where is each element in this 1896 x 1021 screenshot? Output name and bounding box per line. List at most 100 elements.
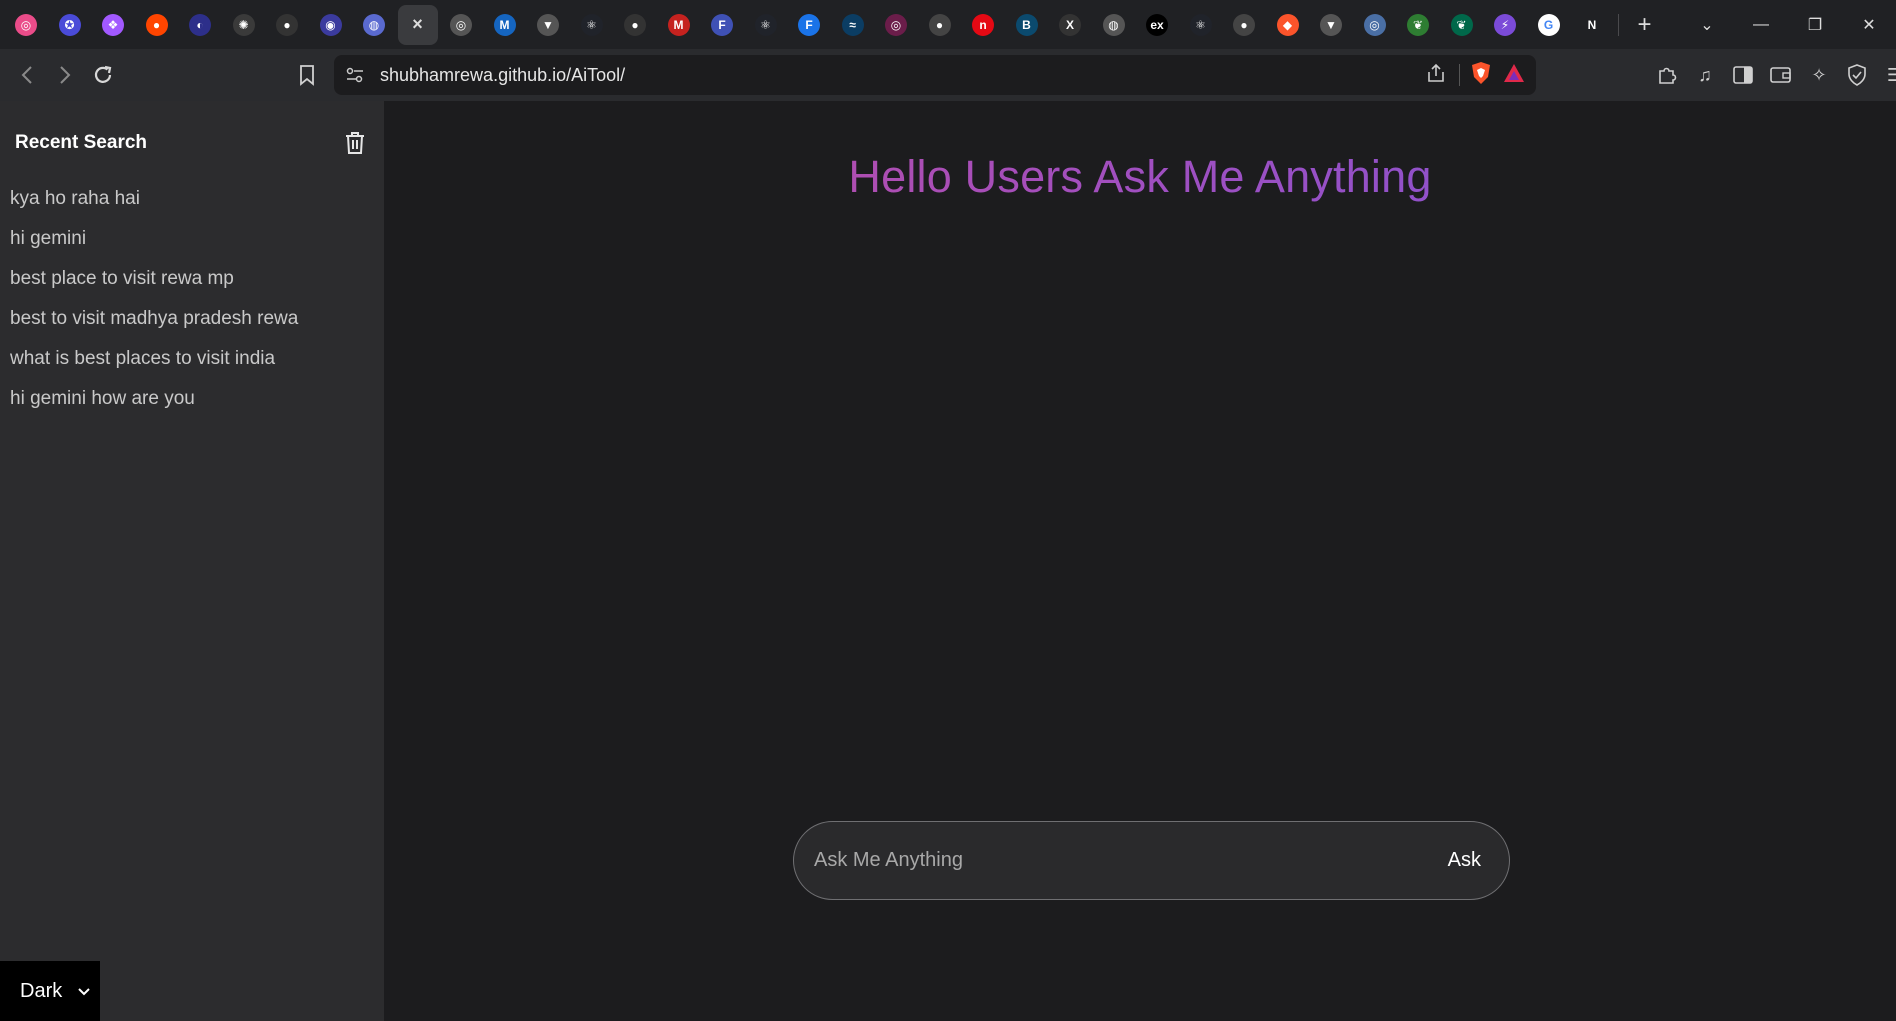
wallet-shape (1770, 67, 1791, 83)
ask-button[interactable]: Ask (1448, 849, 1481, 872)
new-tab-button[interactable]: + (1627, 7, 1663, 43)
dev-tab[interactable]: ◐ (180, 5, 220, 45)
figma-tab[interactable]: ❖ (93, 5, 133, 45)
tab-21[interactable]: ◎ (876, 5, 916, 45)
google-tab[interactable]: G (1529, 5, 1569, 45)
address-bar-actions (1423, 55, 1526, 95)
dribbble-favicon-icon: ◎ (15, 13, 37, 36)
form-favicon-icon: F (798, 13, 820, 36)
sidebar-header: Recent Search (15, 125, 370, 161)
browser-toolbar: shubhamrewa.github.io/AiTool/ ♫ ✧ ☰ (0, 49, 1896, 101)
mui-tab[interactable]: M (485, 5, 525, 45)
avatar-favicon-icon: ● (928, 13, 951, 36)
github-favicon-icon: ● (276, 13, 298, 36)
chatgpt-tab[interactable]: ✺ (224, 5, 264, 45)
share-arrow (1428, 63, 1444, 82)
wallet-icon[interactable] (1766, 60, 1796, 90)
rewards-triangle (1504, 63, 1524, 82)
vercel-2-tab[interactable]: ▼ (1311, 5, 1351, 45)
github-tab[interactable]: ● (267, 5, 307, 45)
recent-search-item[interactable]: what is best places to visit india (10, 341, 298, 381)
express-tab[interactable]: ex (1137, 5, 1177, 45)
openai-tab[interactable]: ◎ (441, 5, 481, 45)
gmail-tab[interactable]: M (659, 5, 699, 45)
mongodb-2-tab[interactable]: ❦ (1442, 5, 1482, 45)
minimize-button[interactable]: — (1734, 0, 1788, 49)
vpn-shield-icon[interactable] (1842, 60, 1872, 90)
url-text[interactable]: shubhamrewa.github.io/AiTool/ (380, 65, 625, 86)
recent-search-item[interactable]: best to visit madhya pradesh rewa (10, 301, 298, 341)
vercel-tab[interactable]: ▼ (528, 5, 568, 45)
react-hooks-tab[interactable]: ✪ (50, 5, 90, 45)
site-settings-icon[interactable] (338, 67, 372, 83)
question-input[interactable] (814, 849, 1448, 872)
tab-32[interactable]: ◎ (1355, 5, 1395, 45)
netflix-tab[interactable]: n (963, 5, 1003, 45)
profile-tab[interactable]: ● (1224, 5, 1264, 45)
reddit-tab[interactable]: ● (137, 5, 177, 45)
address-bar[interactable]: shubhamrewa.github.io/AiTool/ (334, 55, 1536, 95)
react-2-tab[interactable]: ⚛ (1181, 5, 1221, 45)
dribbble-tab[interactable]: ◎ (6, 5, 46, 45)
framer-favicon-icon: F (711, 13, 733, 36)
globe-tab[interactable]: ◍ (1094, 5, 1134, 45)
menu-hamburger-icon[interactable]: ☰ (1880, 60, 1896, 90)
recent-search-item[interactable]: kya ho raha hai (10, 181, 298, 221)
media-music-icon[interactable]: ♫ (1690, 60, 1720, 90)
tab-search-chevron-icon[interactable]: ⌄ (1680, 0, 1734, 49)
close-window-button[interactable]: ✕ (1842, 0, 1896, 49)
mongodb-2-favicon-icon: ❦ (1450, 13, 1473, 36)
recent-search-item[interactable]: hi gemini (10, 221, 298, 261)
back-arrow-icon (21, 66, 32, 84)
main-content: Hello Users Ask Me Anything Ask (384, 101, 1896, 1021)
profile-favicon-icon: ● (1233, 13, 1255, 36)
chevron-down-icon (78, 983, 90, 999)
bootstrap-tab[interactable]: B (1007, 5, 1047, 45)
recent-search-item[interactable]: best place to visit rewa mp (10, 261, 298, 301)
sidebar-toggle-icon[interactable] (1728, 60, 1758, 90)
brave-shields-icon[interactable] (1470, 61, 1492, 90)
tab-32-favicon-icon: ◎ (1363, 13, 1386, 36)
react-tab[interactable]: ⚛ (746, 5, 786, 45)
site-settings-sliders (346, 67, 363, 83)
form-tab[interactable]: F (789, 5, 829, 45)
recent-search-item[interactable]: hi gemini how are you (10, 381, 298, 421)
vite-tab[interactable]: ⚡ (1485, 5, 1525, 45)
restore-button[interactable]: ❐ (1788, 0, 1842, 49)
bootstrap-favicon-icon: B (1015, 13, 1038, 36)
tab-21-favicon-icon: ◎ (885, 13, 907, 36)
extensions-puzzle-icon[interactable] (1652, 60, 1682, 90)
tailwind-tab[interactable]: ≈ (833, 5, 873, 45)
recent-search-sidebar: Recent Search kya ho raha hai hi gemini be… (0, 101, 384, 1021)
app-tab[interactable]: ◉ (311, 5, 351, 45)
back-button[interactable] (8, 56, 46, 94)
express-favicon-icon: ex (1146, 13, 1168, 36)
mongodb-favicon-icon: ❦ (1407, 13, 1429, 36)
theme-select-value: Dark (20, 979, 63, 1002)
figma-favicon-icon: ❖ (102, 13, 124, 36)
address-bar-divider (1459, 64, 1460, 86)
reload-button[interactable] (84, 56, 122, 94)
brave-favicon-icon: ◆ (1276, 13, 1299, 36)
share-icon[interactable] (1423, 63, 1449, 88)
notion-tab[interactable]: N (1572, 5, 1612, 45)
avatar-tab[interactable]: ● (920, 5, 960, 45)
openai-favicon-icon: ◎ (450, 13, 472, 36)
clear-history-button[interactable] (340, 128, 370, 158)
react-docs-favicon-icon: ⚛ (580, 13, 603, 36)
theme-select[interactable]: Dark (0, 961, 100, 1021)
bookmark-button[interactable] (288, 56, 326, 94)
sidebar-title: Recent Search (15, 132, 148, 153)
react-docs-tab[interactable]: ⚛ (572, 5, 612, 45)
framer-tab[interactable]: F (702, 5, 742, 45)
github-2-tab[interactable]: ● (615, 5, 655, 45)
mongodb-tab[interactable]: ❦ (1398, 5, 1438, 45)
forward-button[interactable] (46, 56, 84, 94)
brave-tab[interactable]: ◆ (1268, 5, 1308, 45)
x-tab[interactable]: X (1050, 5, 1090, 45)
current-tab[interactable]: × (397, 4, 438, 45)
brave-rewards-icon[interactable] (1502, 62, 1526, 89)
leo-ai-sparkle-icon[interactable]: ✧ (1804, 60, 1834, 90)
ask-form: Ask (793, 821, 1510, 900)
gemini-tab[interactable]: ◍ (354, 5, 394, 45)
